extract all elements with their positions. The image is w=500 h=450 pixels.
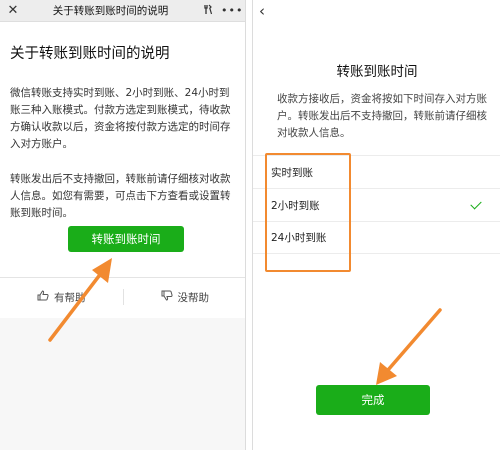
wrench-icon[interactable] (201, 4, 215, 18)
feedback-bar: 有帮助 没帮助 (0, 278, 246, 316)
close-icon[interactable]: ✕ (6, 3, 20, 18)
check-icon (470, 198, 482, 210)
article-paragraph-1: 微信转账支持实时到账、2小时到账、24小时到账三种入账模式。付款方选定到账模式，… (10, 87, 231, 150)
option-label: 2小时到账 (271, 199, 320, 212)
back-icon[interactable]: ‹ (259, 2, 265, 20)
option-label: 实时到账 (271, 166, 313, 179)
helpful-button[interactable]: 有帮助 (0, 290, 123, 305)
title-bar: ✕ 关于转账到账时间的说明 ••• (0, 0, 245, 22)
option-label: 24小时到账 (271, 232, 327, 244)
helpful-label: 有帮助 (54, 291, 86, 304)
option-2-hours[interactable]: 2小时到账 (253, 188, 500, 221)
option-realtime[interactable]: 实时到账 (253, 155, 500, 188)
window-title: 关于转账到账时间的说明 (52, 5, 169, 17)
empty-area (0, 318, 245, 450)
transfer-time-button[interactable]: 转账到账时间 (68, 226, 184, 252)
settings-title: 转账到账时间 (336, 64, 418, 80)
option-24-hours[interactable]: 24小时到账 (253, 221, 500, 254)
more-icon[interactable]: ••• (221, 4, 242, 17)
not-helpful-label: 没帮助 (177, 291, 210, 304)
article-paragraph-2: 转账发出后不支持撤回，转账前请仔细核对收款人信息。如您有需要，可点击下方查看或设… (10, 173, 231, 219)
not-helpful-button[interactable]: 没帮助 (124, 290, 246, 305)
transfer-time-settings-panel: ‹ 转账到账时间 收款方接收后，资金将按如下时间存入对方账户。转账发出后不支持撤… (252, 0, 500, 450)
help-article-panel: ✕ 关于转账到账时间的说明 ••• 关于转账到账时间的说明 微信转账支持实时到账… (0, 0, 246, 450)
done-button[interactable]: 完成 (316, 385, 430, 415)
arrival-time-options: 实时到账 2小时到账 24小时到账 (253, 155, 500, 254)
settings-description: 收款方接收后，资金将按如下时间存入对方账户。转账发出后不支持撤回，转账前请仔细核… (277, 93, 487, 139)
article-heading: 关于转账到账时间的说明 (10, 46, 170, 62)
thumbs-down-icon (161, 290, 173, 304)
thumbs-up-icon (37, 290, 49, 304)
